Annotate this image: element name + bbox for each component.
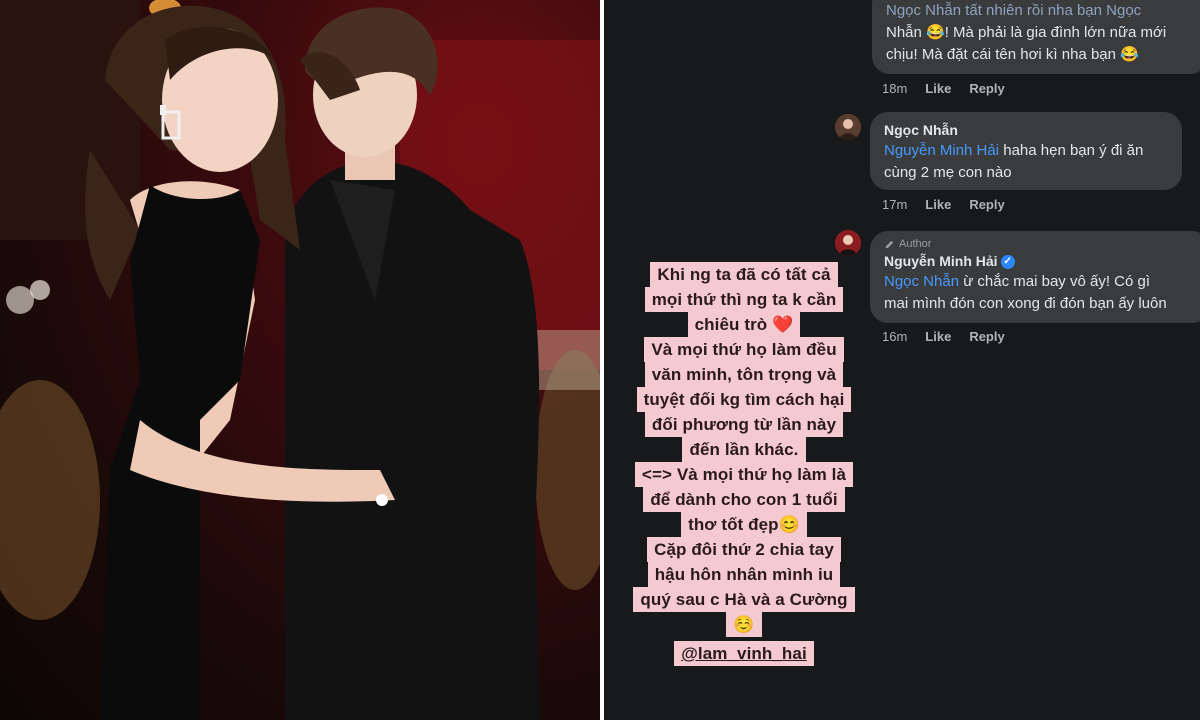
- comment-meta-2: 17m Like Reply: [882, 197, 1005, 212]
- comment-body: Ngọc Nhẫn ừ chắc mai bay vô ấy! Có gì: [884, 271, 1196, 293]
- story-text-line: quý sau c Hà và a Cường: [633, 587, 855, 612]
- composite-image: Ngọc Nhẫn tất nhiên rồi nha bạn Ngọc Nhẫ…: [0, 0, 1200, 720]
- story-text-line: chiêu trò ❤️: [687, 312, 801, 337]
- reply-button[interactable]: Reply: [969, 329, 1004, 344]
- story-text-line: ☺️: [726, 612, 762, 637]
- story-text-line: thơ tốt đẹp😊: [681, 512, 807, 537]
- comment-body: Nguyễn Minh Hải haha hẹn bạn ý đi ăn: [884, 140, 1168, 162]
- story-mention-tag[interactable]: @lam_vinh_hai: [674, 641, 814, 666]
- author-label: Author: [899, 238, 932, 250]
- story-text-line: Và mọi thứ họ làm đều: [644, 337, 844, 362]
- like-button[interactable]: Like: [925, 329, 951, 344]
- author-badge: Author: [884, 237, 1196, 251]
- avatar-photo-icon: [835, 230, 861, 256]
- comment-time: 16m: [882, 329, 908, 344]
- comments-screenshot: Ngọc Nhẫn tất nhiên rồi nha bạn Ngọc Nhẫ…: [604, 0, 1200, 720]
- comment-text-line: cùng 2 mẹ con nào: [884, 164, 1012, 181]
- story-text-line: để dành cho con 1 tuổi: [643, 487, 845, 512]
- story-text-line: tuyệt đối kg tìm cách hại: [636, 387, 852, 412]
- like-button[interactable]: Like: [925, 197, 951, 212]
- pencil-icon: [885, 240, 894, 248]
- story-text-line: Khi ng ta đã có tất cả: [650, 262, 838, 287]
- story-text-line: đến lần khác.: [682, 437, 806, 462]
- avatar[interactable]: [835, 230, 861, 256]
- comment-text-line: Ngọc Nhẫn tất nhiên rồi nha bạn Ngọc: [886, 2, 1142, 19]
- couple-illustration: [0, 0, 600, 720]
- comment-text-line: mai mình đón con xong đi đón bạn ấy luôn: [884, 295, 1167, 312]
- comment-bubble-2: Ngọc Nhẫn Nguyễn Minh Hải haha hẹn bạn ý…: [870, 112, 1182, 190]
- comment-text-line: Nhẫn 😂! Mà phải là gia đình lớn nữa mới: [886, 24, 1167, 41]
- comment-time: 17m: [882, 197, 908, 212]
- comment-time: 18m: [882, 81, 908, 96]
- story-text-line: <=> Và mọi thứ họ làm là: [634, 462, 854, 487]
- commenter-name[interactable]: Ngọc Nhẫn: [884, 120, 1168, 140]
- story-text-line: mọi thứ thì ng ta k cần: [644, 287, 844, 312]
- story-text-block: Khi ng ta đã có tất cả mọi thứ thì ng ta …: [604, 262, 884, 666]
- reply-button[interactable]: Reply: [969, 81, 1004, 96]
- mention-link[interactable]: Ngọc Nhẫn: [884, 273, 959, 290]
- story-text-line: đối phương từ lần này: [644, 412, 844, 437]
- comment-bubble-3: Author Nguyễn Minh Hải ✓ Ngọc Nhẫn ừ chắc…: [870, 231, 1200, 323]
- comment-text-line: ừ chắc mai bay vô ấy! Có gì: [959, 273, 1151, 290]
- story-text-line: văn minh, tôn trọng và: [644, 362, 844, 387]
- couple-photo: [0, 0, 600, 720]
- reply-button[interactable]: Reply: [969, 197, 1004, 212]
- like-button[interactable]: Like: [925, 81, 951, 96]
- comment-meta-3: 16m Like Reply: [882, 329, 1005, 344]
- story-text-line: hậu hôn nhân mình iu: [647, 562, 841, 587]
- story-text-line: Cặp đôi thứ 2 chia tay: [647, 537, 841, 562]
- mention-link[interactable]: Nguyễn Minh Hải: [884, 142, 999, 159]
- comment-meta-1: 18m Like Reply: [882, 81, 1005, 96]
- avatar[interactable]: [835, 114, 861, 140]
- commenter-name-text: Nguyễn Minh Hải: [884, 253, 998, 269]
- avatar-photo-icon: [835, 114, 861, 140]
- comment-text-line: chịu! Mà đặt cái tên hơi kì nha bạn 😂: [886, 46, 1139, 63]
- verified-badge-icon: ✓: [1000, 255, 1015, 270]
- commenter-name[interactable]: Nguyễn Minh Hải ✓: [884, 251, 1196, 271]
- comment-text-line: haha hẹn bạn ý đi ăn: [999, 142, 1144, 159]
- comment-bubble-1: Ngọc Nhẫn tất nhiên rồi nha bạn Ngọc Nhẫ…: [872, 0, 1200, 74]
